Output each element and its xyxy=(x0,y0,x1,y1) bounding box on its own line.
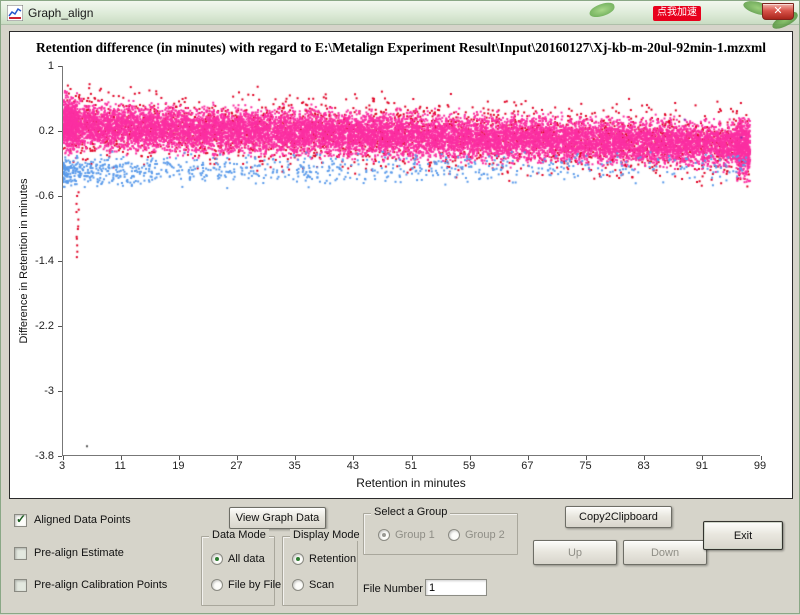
check-icon: ✓ xyxy=(16,512,27,526)
x-tick-label: 91 xyxy=(695,460,708,472)
radio-button[interactable] xyxy=(211,553,223,565)
radio-label[interactable]: File by File xyxy=(228,579,281,591)
x-axis-label: Retention in minutes xyxy=(356,476,466,490)
exit-button[interactable]: Exit xyxy=(703,521,783,550)
y-tick-label: -3 xyxy=(44,385,54,397)
plot-area xyxy=(58,65,762,460)
x-tick-label: 35 xyxy=(288,460,301,472)
controls-panel: ✓ Aligned Data Points Pre-align Estimate… xyxy=(1,499,800,615)
window-title: Graph_align xyxy=(28,6,94,20)
radio-button[interactable] xyxy=(211,579,223,591)
close-button[interactable]: ✕ xyxy=(762,3,794,20)
x-tick-label: 51 xyxy=(404,460,418,472)
x-tick-label: 99 xyxy=(753,460,767,472)
file-number-label: File Number xyxy=(363,583,423,595)
x-tick-label: 27 xyxy=(230,460,243,472)
theme-leaf-decoration xyxy=(587,0,617,20)
x-tick-label: 83 xyxy=(637,460,650,472)
radio-label[interactable]: Scan xyxy=(309,579,334,591)
down-button[interactable]: Down xyxy=(623,540,707,565)
y-tick-label: -3.8 xyxy=(35,450,54,462)
checkbox-box[interactable] xyxy=(14,579,27,592)
x-tick-label: 3 xyxy=(58,460,66,472)
x-tick-label: 59 xyxy=(463,460,476,472)
radio-dot-icon xyxy=(215,557,219,561)
y-tick-label: 1 xyxy=(47,60,54,72)
graph-align-window: { "window": { "title": "Graph_align", "c… xyxy=(0,0,800,614)
y-tick-label: -2.2 xyxy=(35,320,54,332)
radio-label[interactable]: Group 2 xyxy=(465,529,505,541)
radio-label[interactable]: Group 1 xyxy=(395,529,435,541)
x-tick-label: 67 xyxy=(521,460,534,472)
radio-button[interactable] xyxy=(448,529,460,541)
checkbox-label[interactable]: Pre-align Estimate xyxy=(34,547,124,559)
data-mode-legend: Data Mode xyxy=(209,529,269,541)
display-mode-group: Display Mode Retention Scan xyxy=(282,529,363,606)
close-icon: ✕ xyxy=(773,5,783,17)
y-tick-label: -0.6 xyxy=(35,190,54,202)
x-tick-label: 11 xyxy=(114,460,126,472)
y-tick-label: -1.4 xyxy=(35,255,54,267)
x-tick-label: 19 xyxy=(172,460,185,472)
view-graph-data-button[interactable]: View Graph Data xyxy=(229,507,326,529)
checkbox-box[interactable]: ✓ xyxy=(14,512,27,527)
x-axis-ticks: 3 11 19 27 35 43 51 59 67 75 83 91 99 xyxy=(58,460,766,474)
display-mode-legend: Display Mode xyxy=(290,529,363,541)
data-mode-group: Data Mode All data File by File xyxy=(201,529,281,606)
radio-button[interactable] xyxy=(378,529,390,541)
radio-button[interactable] xyxy=(292,579,304,591)
select-group-legend: Select a Group xyxy=(371,506,451,518)
y-axis-ticks: 1 0.2 -0.6 -1.4 -2.2 -3 -3.8 xyxy=(14,60,60,462)
select-group-group: Select a Group Group 1 Group 2 xyxy=(363,506,518,555)
app-icon xyxy=(7,5,23,21)
checkbox-label[interactable]: Pre-align Calibration Points xyxy=(34,579,167,591)
accelerator-ad-badge[interactable]: 点我加速 xyxy=(653,6,701,21)
copy2clipboard-button[interactable]: Copy2Clipboard xyxy=(565,506,672,528)
radio-label[interactable]: All data xyxy=(228,553,265,565)
checkbox-label[interactable]: Aligned Data Points xyxy=(34,514,131,526)
x-tick-label: 75 xyxy=(579,460,592,472)
chart-panel: Retention difference (in minutes) with r… xyxy=(9,31,793,499)
up-button[interactable]: Up xyxy=(533,540,617,565)
radio-button[interactable] xyxy=(292,553,304,565)
checkbox-box[interactable] xyxy=(14,547,27,560)
file-number-input[interactable] xyxy=(425,579,487,596)
radio-dot-icon xyxy=(382,533,386,537)
radio-label[interactable]: Retention xyxy=(309,553,356,565)
y-tick-label: 0.2 xyxy=(38,125,54,137)
chart-title: Retention difference (in minutes) with r… xyxy=(36,40,766,55)
window-titlebar[interactable]: Graph_align 点我加速 ✕ xyxy=(1,0,800,32)
radio-dot-icon xyxy=(296,557,300,561)
scatter-plot-canvas xyxy=(63,66,761,456)
x-tick-label: 43 xyxy=(346,460,359,472)
